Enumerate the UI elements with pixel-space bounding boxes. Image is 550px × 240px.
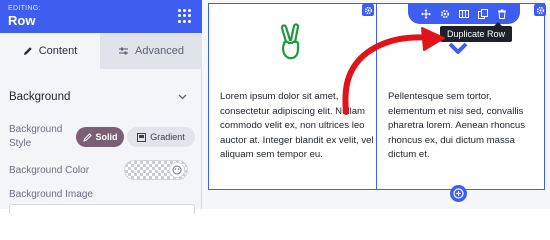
sliders-icon: [119, 47, 129, 55]
columns-icon[interactable]: [458, 8, 470, 20]
chevron-down-icon: [448, 42, 468, 54]
add-row-button[interactable]: [450, 185, 467, 202]
settings-panel: EDITING: Row Content Advanced Background…: [0, 0, 202, 214]
background-image-field[interactable]: [9, 204, 195, 214]
duplicate-icon[interactable]: [477, 8, 489, 20]
background-image-label: Background Image: [9, 189, 93, 200]
editing-label: EDITING:: [8, 5, 41, 12]
section-title-background: Background: [9, 91, 71, 103]
page-root: EDITING: Row Content Advanced Background…: [0, 0, 550, 214]
trash-icon[interactable]: [496, 8, 508, 20]
plus-circle-icon: [453, 188, 464, 199]
column-settings-button-left[interactable]: [362, 4, 374, 16]
gear-icon: [364, 6, 372, 14]
tab-content-label: Content: [38, 45, 78, 57]
panel-title: Row: [8, 13, 36, 28]
gradient-style-button[interactable]: Gradient: [127, 127, 195, 147]
panel-tabs: Content Advanced: [0, 33, 202, 69]
tab-content[interactable]: Content: [0, 33, 100, 69]
gradient-style-label: Gradient: [150, 132, 185, 142]
color-picker-button[interactable]: [169, 162, 185, 178]
chevron-down-icon[interactable]: [178, 94, 187, 100]
background-style-label: Background Style: [9, 124, 63, 149]
solid-style-button[interactable]: Solid: [76, 127, 124, 147]
red-annotation-arrow: [342, 27, 445, 115]
column-settings-button-right[interactable]: [534, 4, 546, 16]
tab-advanced-label: Advanced: [135, 45, 184, 57]
gradient-icon: [137, 132, 147, 142]
background-color-label: Background Color: [9, 165, 90, 176]
palette-icon: [172, 165, 182, 175]
solid-style-label: Solid: [95, 132, 118, 142]
panel-header: EDITING: Row: [0, 0, 202, 33]
tab-advanced[interactable]: Advanced: [100, 33, 202, 69]
gear-icon[interactable]: [439, 8, 451, 20]
peace-hand-icon: [280, 23, 300, 60]
grid-menu-icon[interactable]: [178, 9, 192, 23]
pencil-icon: [23, 47, 32, 55]
move-icon[interactable]: [420, 8, 432, 20]
duplicate-row-tooltip: Duplicate Row: [440, 26, 512, 42]
brush-icon: [82, 132, 92, 142]
gear-icon: [536, 6, 544, 14]
